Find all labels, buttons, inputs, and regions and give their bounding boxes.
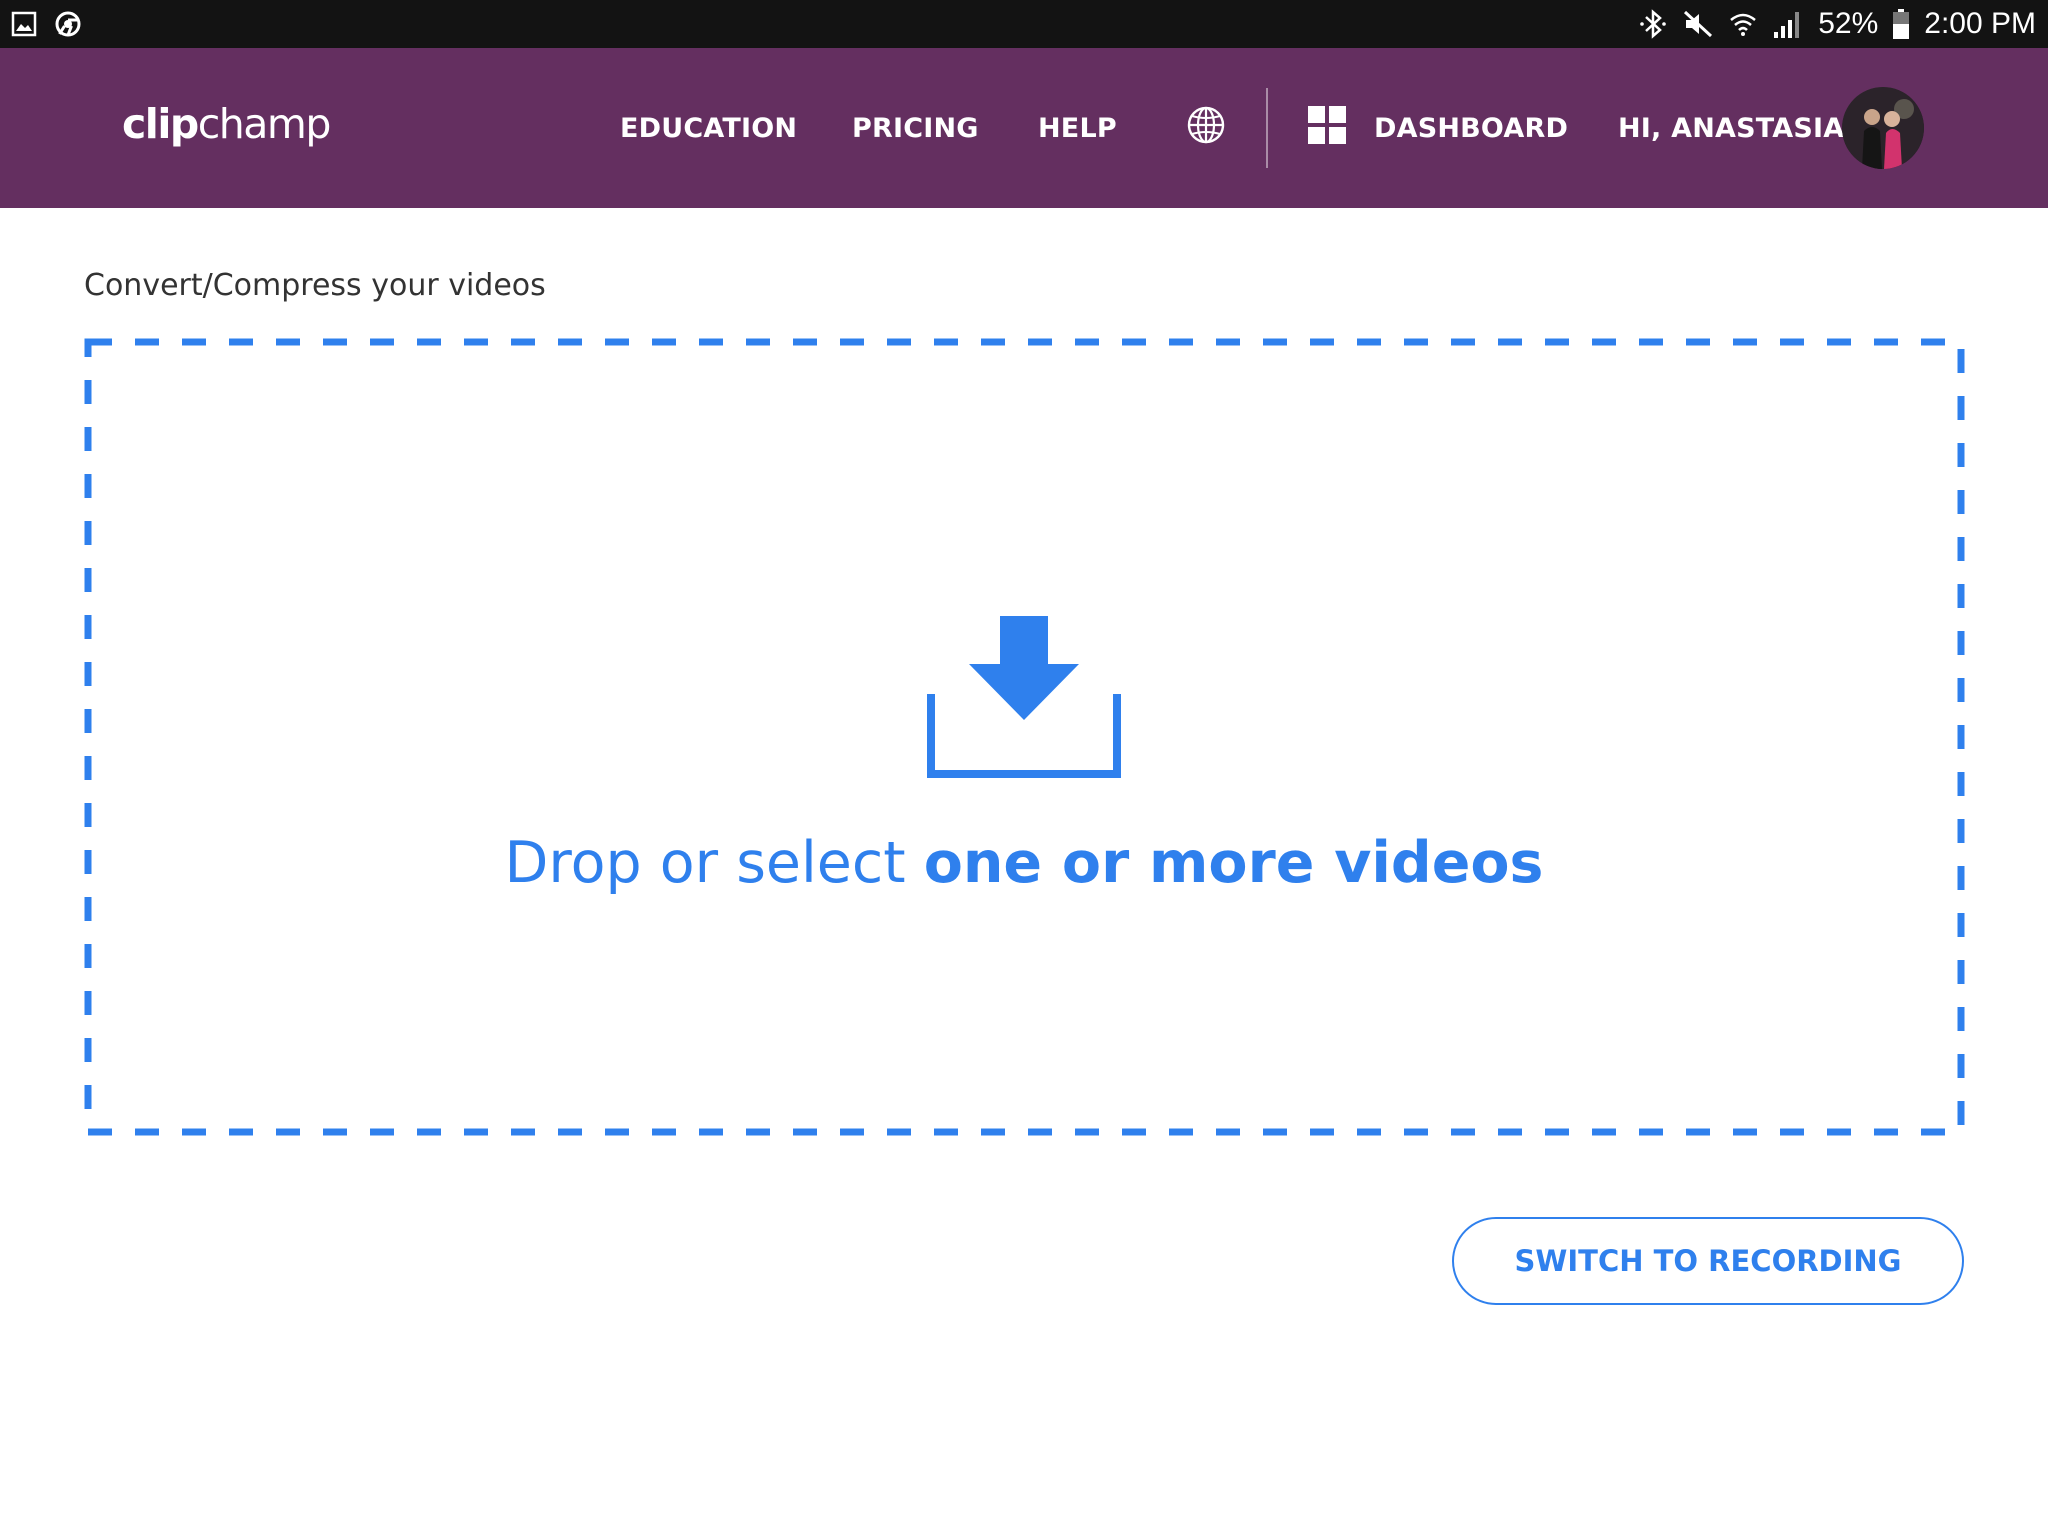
nav-divider — [1266, 88, 1268, 168]
dropzone-text: Drop or select one or more videos — [0, 830, 2048, 896]
mute-icon — [1682, 8, 1714, 40]
clipchamp-logo[interactable]: clipchamp — [122, 100, 332, 148]
battery-icon — [1892, 8, 1910, 40]
dropzone-text-prefix: Drop or select — [504, 830, 924, 896]
wifi-icon — [1728, 8, 1758, 40]
signal-icon — [1772, 8, 1804, 40]
status-bar: 52% 2:00 PM — [0, 0, 2048, 48]
avatar[interactable] — [1842, 87, 1924, 169]
header-navbar: clipchamp EDUCATION PRICING HELP DASHBOA… — [0, 48, 2048, 208]
status-bar-right: 52% 2:00 PM — [1638, 0, 2036, 48]
switch-to-recording-button[interactable]: SWITCH TO RECORDING — [1452, 1217, 1964, 1305]
logo-text-light: champ — [197, 100, 332, 148]
status-time: 2:00 PM — [1924, 7, 2036, 40]
nav-pricing[interactable]: PRICING — [852, 48, 979, 208]
nav-help[interactable]: HELP — [1038, 48, 1117, 208]
grid-icon — [1308, 105, 1346, 151]
nav-dashboard[interactable]: DASHBOARD — [1308, 48, 1568, 208]
globe-icon — [1186, 105, 1226, 152]
download-icon — [927, 616, 1121, 782]
logo-text-bold: clip — [122, 100, 199, 148]
bluetooth-icon — [1638, 8, 1668, 40]
chrome-icon — [54, 10, 82, 38]
status-bar-left — [10, 10, 82, 38]
language-button[interactable] — [1186, 48, 1226, 208]
dashboard-label: DASHBOARD — [1374, 112, 1569, 144]
image-notification-icon — [10, 10, 38, 38]
page-title: Convert/Compress your videos — [84, 268, 546, 303]
nav-education[interactable]: EDUCATION — [620, 48, 797, 208]
dropzone-text-emphasis: one or more videos — [923, 830, 1544, 896]
user-menu[interactable]: HI, ANASTASIA! — [1618, 48, 1857, 208]
battery-level: 52% — [1818, 7, 1879, 40]
